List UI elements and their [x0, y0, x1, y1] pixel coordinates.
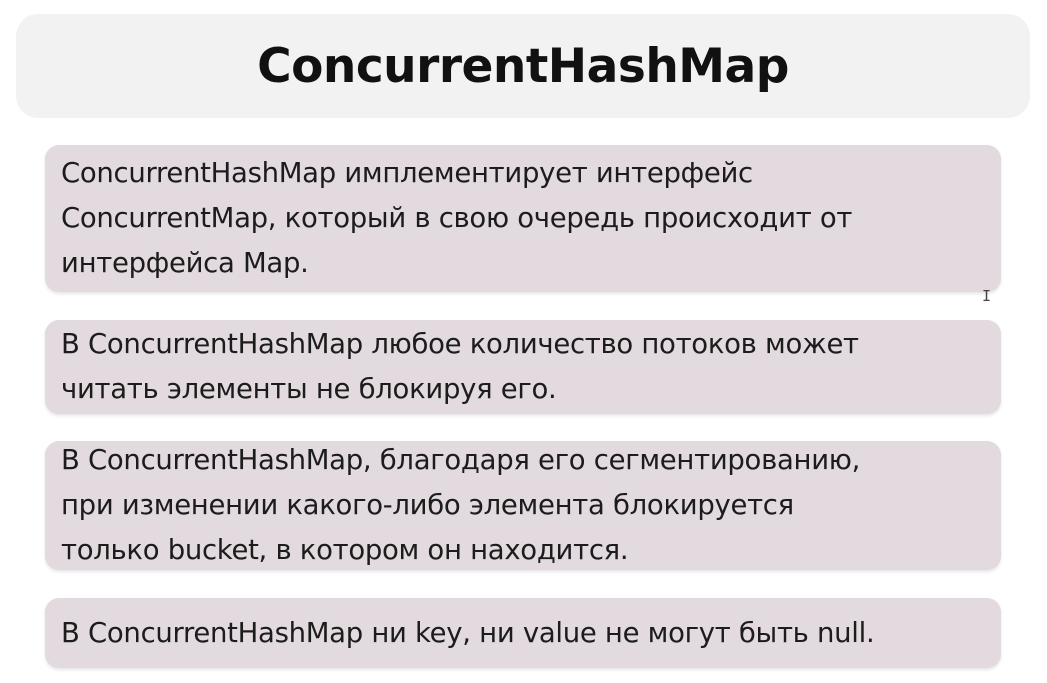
card-text-line: при изменении какого-либо элемента блоки… [61, 489, 794, 521]
text-cursor-icon: I [982, 287, 992, 305]
card-text-line: В ConcurrentHashMap ни key, ни value не … [61, 616, 875, 649]
card-text-line: интерфейса Map. [61, 247, 309, 279]
bullet-card-null: В ConcurrentHashMap ни key, ни value не … [45, 598, 1001, 668]
title-banner: ConcurrentHashMap [16, 14, 1030, 118]
bullet-card-segmentation: В ConcurrentHashMap, благодаря его сегме… [45, 441, 1001, 570]
card-text-line: читать элементы не блокируя его. [61, 373, 557, 405]
card-text-line: только bucket, в котором он находится. [61, 534, 629, 566]
card-text-line: ConcurrentMap, который в свою очередь пр… [61, 202, 853, 234]
slide-title: ConcurrentHashMap [257, 38, 789, 94]
card-text-line: ConcurrentHashMap имплементирует интерфе… [61, 157, 753, 189]
bullet-card-reading: В ConcurrentHashMap любое количество пот… [45, 320, 1001, 414]
card-text-line: В ConcurrentHashMap любое количество пот… [61, 328, 859, 360]
bullet-card-implements: ConcurrentHashMap имплементирует интерфе… [45, 145, 1001, 292]
card-text-line: В ConcurrentHashMap, благодаря его сегме… [61, 444, 861, 476]
